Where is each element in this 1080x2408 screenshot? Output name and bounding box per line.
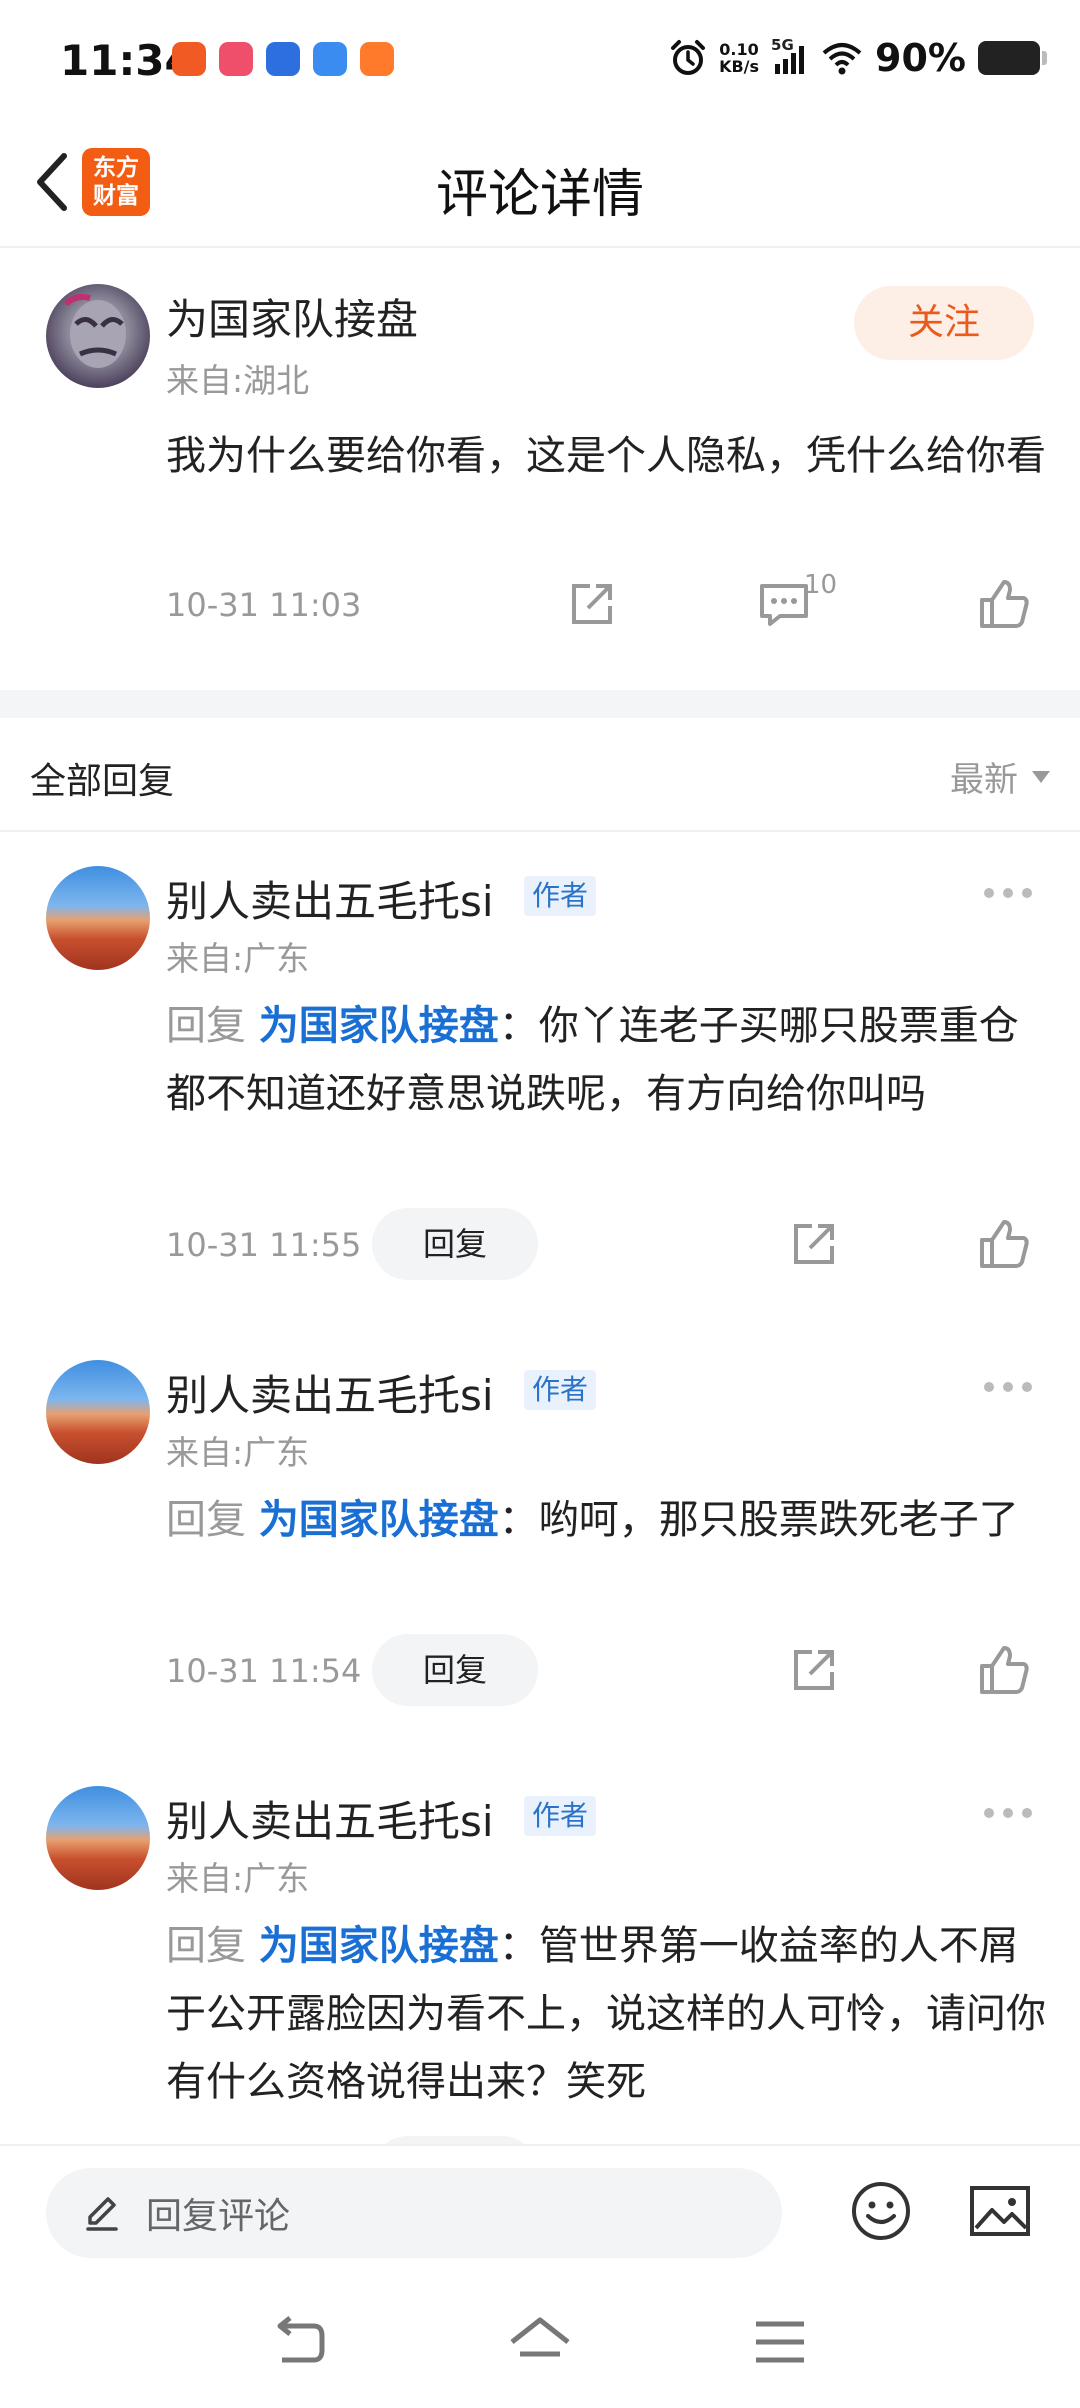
reply-button[interactable]: 回复	[372, 1208, 538, 1280]
more-options-button[interactable]	[984, 1382, 1032, 1392]
avatar[interactable]	[46, 284, 150, 388]
author-badge: 作者	[524, 1796, 597, 1836]
replies-header: 全部回复 最新	[0, 718, 1080, 832]
sort-label: 最新	[950, 760, 1018, 800]
thumbs-up-icon[interactable]	[976, 1216, 1032, 1272]
reply-time: 10-31 11:55	[166, 1226, 362, 1264]
avatar[interactable]	[46, 866, 150, 970]
image-icon[interactable]	[968, 2180, 1032, 2242]
main-comment: 为国家队接盘 来自:湖北 关注 我为什么要给你看，这是个人隐私，凭什么给你看 1…	[0, 250, 1080, 690]
share-icon[interactable]	[564, 576, 620, 632]
menu-nav-icon[interactable]	[748, 2314, 812, 2370]
reply-input-placeholder: 回复评论	[146, 2196, 291, 2237]
avatar[interactable]	[46, 1360, 150, 1464]
network-speed: 0.10 KB/s	[719, 40, 760, 76]
reply-text: 回复 为国家队接盘：你丫连老子买哪只股票重仓都不知道还好意思说跌呢，有方向给你叫…	[166, 1003, 1019, 1117]
reply-author[interactable]: 别人卖出五毛托si	[166, 1788, 494, 1849]
page-title: 评论详情	[435, 165, 644, 225]
reply-location: 来自:广东	[166, 1433, 310, 1472]
author-badge: 作者	[524, 1370, 597, 1410]
reply-item: 别人卖出五毛托si 作者 来自:广东 回复 为国家队接盘：你丫连老子买哪只股票重…	[0, 832, 1080, 1280]
battery-percent: 90%	[875, 36, 966, 80]
smiley-icon[interactable]	[850, 2180, 912, 2242]
reply-text: 回复 为国家队接盘：管世界第一收益率的人不屑于公开露脸因为看不上，说这样的人可怜…	[166, 1923, 1046, 2105]
avatar[interactable]	[46, 1786, 150, 1890]
thumbs-up-icon[interactable]	[976, 1642, 1032, 1698]
app-notification-icon	[360, 42, 394, 76]
sort-dropdown[interactable]: 最新	[950, 752, 1050, 801]
comment-text: 我为什么要给你看，这是个人隐私，凭什么给你看	[166, 433, 1046, 479]
reply-text: 回复 为国家队接盘：哟呵，那只股票跌死老子了	[166, 1497, 1019, 1543]
reply-comment-input[interactable]: 回复评论	[46, 2168, 782, 2258]
app-notification-icon	[266, 42, 300, 76]
app-notification-icon	[313, 42, 347, 76]
signal-icon: 5G	[771, 36, 809, 76]
reply-button[interactable]	[372, 2136, 538, 2144]
reply-target-link[interactable]: 为国家队接盘	[259, 1003, 499, 1049]
top-nav-bar: 东方 财富 评论详情	[0, 120, 1080, 248]
share-icon[interactable]	[786, 1216, 842, 1272]
caret-down-icon	[1032, 770, 1050, 783]
follow-button[interactable]: 关注	[854, 286, 1034, 360]
back-nav-icon[interactable]	[268, 2314, 332, 2370]
reply-time: 10-31 11:54	[166, 1652, 362, 1690]
reply-author[interactable]: 别人卖出五毛托si	[166, 868, 494, 929]
reply-target-link[interactable]: 为国家队接盘	[259, 1497, 499, 1543]
app-notification-icon	[219, 42, 253, 76]
more-options-button[interactable]	[984, 888, 1032, 898]
battery-icon	[978, 41, 1047, 75]
system-nav-bar	[0, 2274, 1080, 2408]
notification-icons	[172, 42, 394, 76]
reply-button[interactable]: 回复	[372, 1634, 538, 1706]
reply-target-link[interactable]: 为国家队接盘	[259, 1923, 499, 1969]
section-divider	[0, 690, 1080, 718]
comment-time: 10-31 11:03	[166, 586, 362, 624]
author-badge: 作者	[524, 876, 597, 916]
reply-item: 别人卖出五毛托si 作者 来自:广东 回复 为国家队接盘：管世界第一收益率的人不…	[0, 1752, 1080, 2144]
pencil-icon	[86, 2197, 118, 2231]
wifi-icon	[822, 43, 862, 75]
comment-count: 10	[804, 570, 838, 600]
alarm-icon	[671, 40, 706, 75]
comment-author[interactable]: 为国家队接盘	[166, 286, 418, 347]
home-nav-icon[interactable]	[508, 2314, 572, 2370]
comment-location: 来自:湖北	[166, 361, 310, 400]
reply-item: 别人卖出五毛托si 作者 来自:广东 回复 为国家队接盘：哟呵，那只股票跌死老子…	[0, 1326, 1080, 1706]
thumbs-up-icon[interactable]	[976, 576, 1032, 632]
reply-list[interactable]: 别人卖出五毛托si 作者 来自:广东 回复 为国家队接盘：你丫连老子买哪只股票重…	[0, 832, 1080, 2144]
reply-location: 来自:广东	[166, 939, 310, 978]
share-icon[interactable]	[786, 1642, 842, 1698]
app-notification-icon	[172, 42, 206, 76]
status-indicators: 0.10 KB/s 5G 90%	[669, 36, 1047, 80]
all-replies-title: 全部回复	[30, 761, 175, 802]
more-options-button[interactable]	[984, 1808, 1032, 1818]
reply-location: 来自:广东	[166, 1859, 310, 1898]
reply-input-bar: 回复评论	[0, 2144, 1080, 2274]
reply-author[interactable]: 别人卖出五毛托si	[166, 1362, 494, 1423]
status-bar: 11:34 0.10 KB/s 5G 90%	[0, 0, 1080, 120]
